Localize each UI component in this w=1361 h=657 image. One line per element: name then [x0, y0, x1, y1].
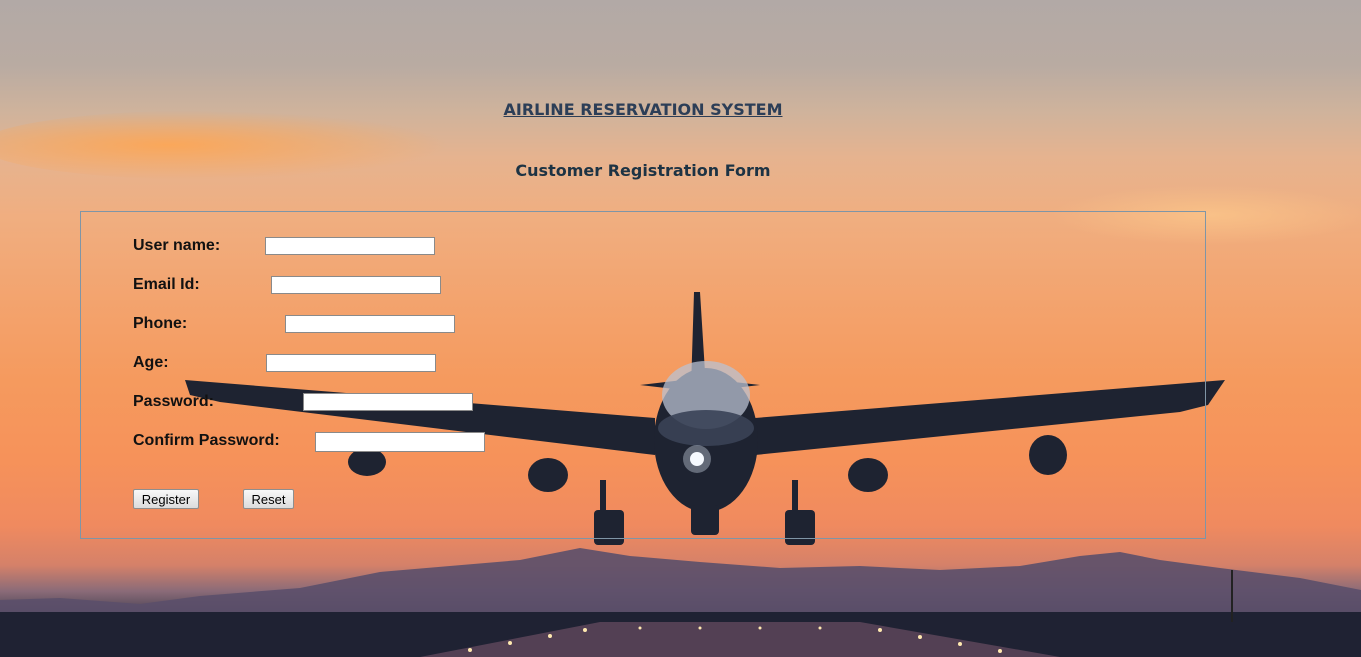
email-label: Email Id: [133, 276, 200, 293]
register-button[interactable]: Register [133, 489, 199, 509]
phone-label: Phone: [133, 315, 188, 332]
password-input[interactable] [303, 393, 473, 411]
age-label: Age: [133, 354, 169, 371]
reset-button[interactable]: Reset [243, 489, 294, 509]
confirm-password-input[interactable] [315, 432, 485, 452]
age-input[interactable] [266, 354, 436, 372]
phone-input[interactable] [285, 315, 455, 333]
password-label: Password: [133, 393, 214, 410]
email-input[interactable] [271, 276, 441, 294]
username-input[interactable] [265, 237, 435, 255]
form-title: Customer Registration Form [515, 161, 771, 180]
username-label: User name: [133, 237, 221, 254]
confirm-password-label: Confirm Password: [133, 432, 280, 449]
system-title: AIRLINE RESERVATION SYSTEM [503, 100, 783, 119]
